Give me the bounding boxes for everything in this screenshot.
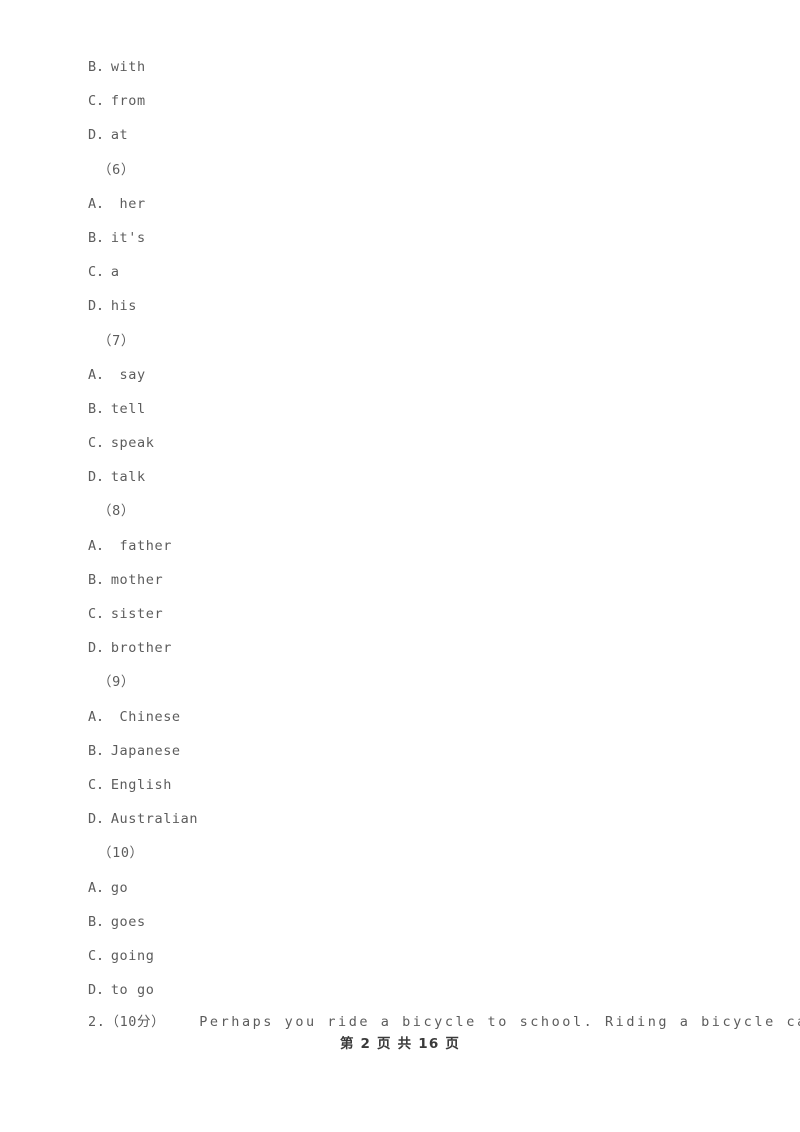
answer-option: A．go xyxy=(88,879,129,896)
answer-option: B．Japanese xyxy=(88,742,181,759)
answer-option: A． father xyxy=(88,537,172,554)
question-number: （8） xyxy=(98,503,135,520)
question-number: （6） xyxy=(98,161,135,178)
answer-option: C．sister xyxy=(88,606,164,622)
answer-option: A． her xyxy=(88,195,146,212)
question-number: （10） xyxy=(98,845,144,862)
answer-option: C．English xyxy=(88,776,172,793)
document-page: B．with C．from D．at （6） A． her B．it's C．a D．his （… xyxy=(0,0,800,1132)
answer-option: D．at xyxy=(88,127,129,144)
answer-option: D．to go xyxy=(88,982,155,999)
answer-option: B．with xyxy=(88,59,146,75)
answer-option: B．it's xyxy=(88,229,146,246)
answer-option: B．tell xyxy=(88,400,146,417)
passage-number: 2. xyxy=(88,1014,106,1030)
answer-option: D．brother xyxy=(88,640,172,657)
question-number: （7） xyxy=(98,332,135,349)
question-number: （9） xyxy=(98,674,135,691)
answer-option: D．Australian xyxy=(88,811,199,828)
answer-option: C．a xyxy=(88,264,120,281)
passage-marks: （10分） xyxy=(105,1014,166,1030)
answer-option: B．goes xyxy=(88,913,146,930)
page-footer: 第 2 页 共 16 页 xyxy=(339,1036,461,1052)
passage-text: Perhaps you ride a bicycle to school. Ri… xyxy=(199,1014,800,1030)
answer-option: C．from xyxy=(88,93,146,110)
answer-option: D．his xyxy=(88,298,138,315)
answer-option: A． Chinese xyxy=(88,708,181,725)
question-list: B．with C．from D．at （6） A． her B．it's C．a D．his （… xyxy=(88,50,772,1007)
answer-option: C．going xyxy=(88,947,155,964)
answer-option: A． say xyxy=(88,366,146,383)
answer-option: C．speak xyxy=(88,435,155,452)
answer-option: B．mother xyxy=(88,571,164,588)
answer-option: D．talk xyxy=(88,469,146,486)
